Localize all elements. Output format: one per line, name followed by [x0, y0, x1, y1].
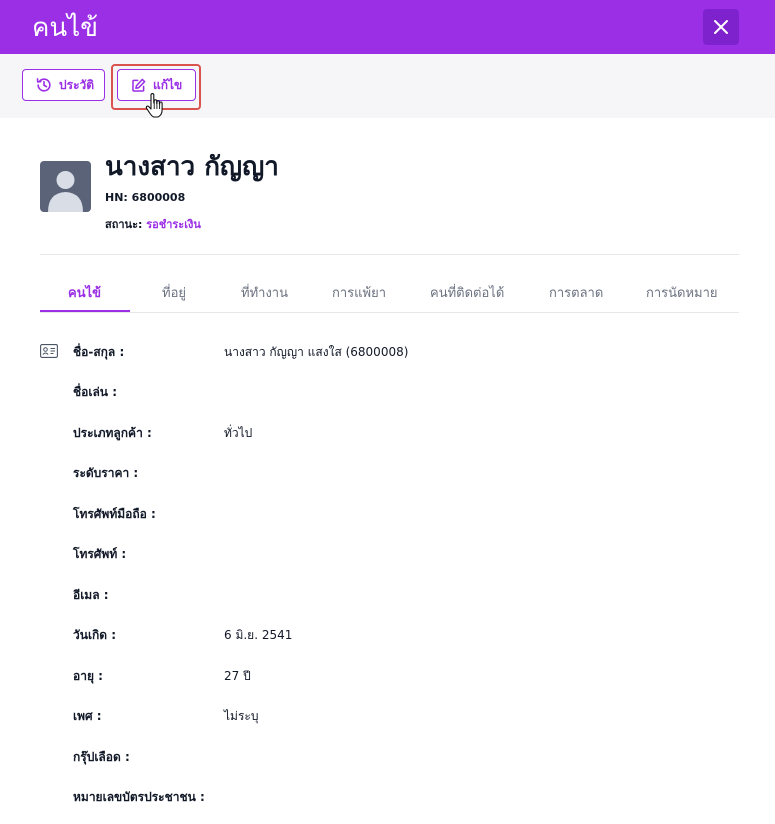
history-button[interactable]: ประวัติ	[22, 69, 105, 101]
patient-status: สถานะ: รอชำระเงิน	[105, 215, 201, 233]
avatar-icon	[48, 171, 83, 212]
field-value-birthdate: 6 มิ.ย. 2541	[224, 628, 293, 642]
tab-appointments[interactable]: การนัดหมาย	[646, 282, 718, 303]
field-label-fullname: ชื่อ-สกุล :	[73, 345, 125, 359]
field-value-age: 27 ปี	[224, 669, 251, 683]
tab-workplace[interactable]: ที่ทำงาน	[241, 282, 288, 303]
field-value-gender: ไม่ระบุ	[224, 709, 259, 723]
field-value-customer-type: ทั่วไป	[224, 426, 253, 440]
field-label-blood-group: กรุ๊ปเลือด :	[73, 750, 130, 764]
tab-drug-allergy[interactable]: การแพ้ยา	[332, 282, 386, 303]
history-button-label: ประวัติ	[59, 77, 95, 92]
patient-hn: HN: 6800008	[105, 191, 186, 204]
status-value: รอชำระเงิน	[146, 218, 201, 231]
field-label-customer-type: ประเภทลูกค้า :	[73, 426, 152, 440]
tab-marketing[interactable]: การตลาด	[549, 282, 603, 303]
close-button[interactable]	[703, 9, 739, 45]
id-card-icon	[40, 344, 58, 358]
divider	[40, 254, 739, 255]
field-value-fullname: นางสาว กัญญา แสงใส (6800008)	[224, 345, 409, 359]
tab-address[interactable]: ที่อยู่	[162, 282, 186, 303]
status-label: สถานะ:	[105, 218, 143, 231]
tab-contacts[interactable]: คนที่ติดต่อได้	[430, 282, 504, 303]
field-label-mobile: โทรศัพท์มือถือ :	[73, 507, 156, 521]
modal-header: คนไข้	[0, 0, 775, 54]
tab-patient[interactable]: คนไข้	[68, 282, 101, 303]
hand-cursor-icon	[145, 93, 163, 118]
patient-name: นางสาว กัญญา	[105, 152, 279, 182]
active-tab-indicator	[40, 310, 130, 312]
field-label-national-id: หมายเลขบัตรประชาชน :	[73, 790, 205, 804]
field-label-price-level: ระดับราคา :	[73, 466, 139, 480]
field-label-nickname: ชื่อเล่น :	[73, 385, 117, 399]
close-icon	[714, 20, 728, 34]
field-label-age: อายุ :	[73, 669, 103, 683]
history-icon	[36, 78, 51, 92]
field-label-phone: โทรศัพท์ :	[73, 547, 127, 561]
field-label-birthdate: วันเกิด :	[73, 628, 117, 642]
field-label-email: อีเมล :	[73, 588, 109, 602]
tab-bar: คนไข้ ที่อยู่ ที่ทำงาน การแพ้ยา คนที่ติด…	[40, 272, 739, 313]
modal-title: คนไข้	[32, 12, 99, 43]
avatar	[40, 161, 91, 212]
field-label-gender: เพศ :	[73, 709, 102, 723]
